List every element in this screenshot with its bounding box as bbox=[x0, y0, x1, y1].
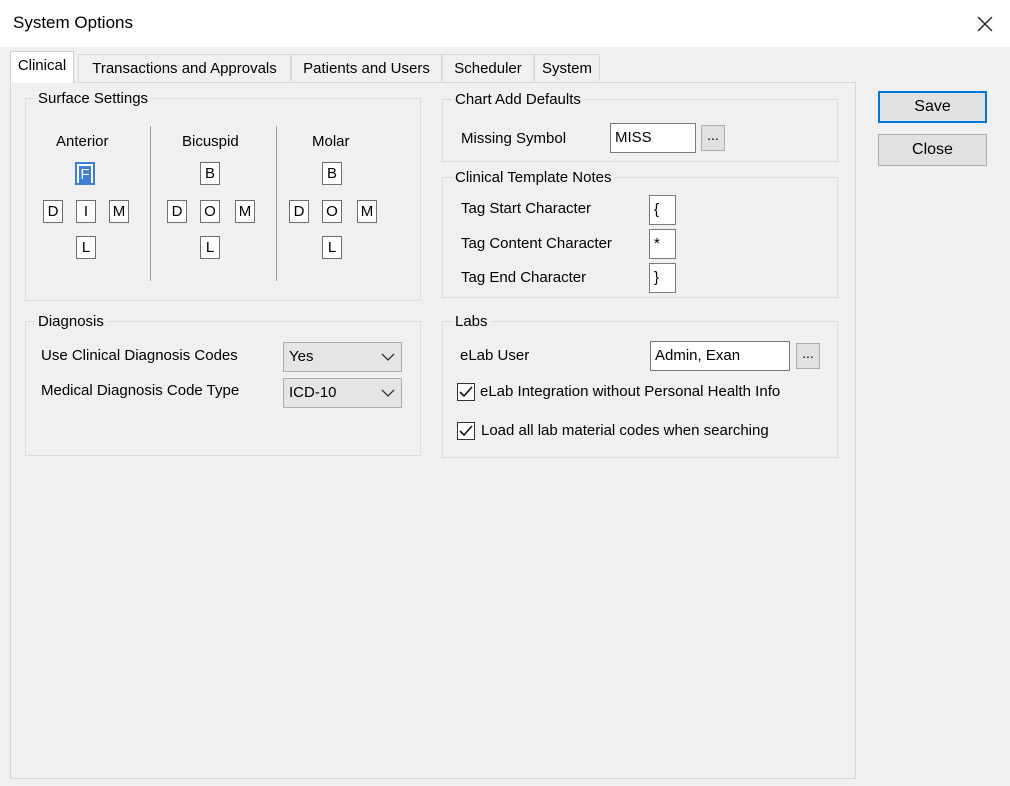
tab-scheduler[interactable]: Scheduler bbox=[442, 54, 534, 81]
chevron-down-icon bbox=[381, 353, 395, 361]
load-lab-codes-label[interactable]: Load all lab material codes when searchi… bbox=[481, 422, 769, 439]
bicuspid-label: Bicuspid bbox=[182, 133, 239, 150]
clinical-diagnosis-codes-label: Use Clinical Diagnosis Codes bbox=[41, 347, 238, 364]
diagnosis-title: Diagnosis bbox=[35, 313, 107, 330]
tag-start-character-label: Tag Start Character bbox=[461, 200, 592, 217]
close-window-icon[interactable] bbox=[970, 10, 1000, 38]
anterior-right-surface[interactable]: M bbox=[109, 200, 129, 223]
tag-content-character-input[interactable]: * bbox=[649, 229, 676, 259]
chevron-down-icon bbox=[381, 389, 395, 397]
window-title: System Options bbox=[13, 13, 133, 32]
molar-bottom-surface[interactable]: L bbox=[322, 236, 342, 259]
clinical-template-notes-title: Clinical Template Notes bbox=[452, 169, 615, 186]
bicuspid-top-surface[interactable]: B bbox=[200, 162, 220, 185]
tag-content-character-label: Tag Content Character bbox=[461, 235, 612, 252]
elab-phi-label[interactable]: eLab Integration without Personal Health… bbox=[480, 383, 780, 400]
clinical-diagnosis-codes-select[interactable]: Yes bbox=[283, 342, 402, 372]
missing-symbol-label: Missing Symbol bbox=[461, 130, 567, 147]
tab-patients-and-users[interactable]: Patients and Users bbox=[291, 54, 442, 81]
tag-end-character-input[interactable]: } bbox=[649, 263, 676, 293]
surface-divider bbox=[150, 126, 151, 281]
anterior-mid-surface[interactable]: I bbox=[76, 200, 96, 223]
missing-symbol-input[interactable]: MISS bbox=[610, 123, 696, 153]
close-button[interactable]: Close bbox=[878, 134, 987, 166]
anterior-label: Anterior bbox=[56, 133, 109, 150]
bicuspid-right-surface[interactable]: M bbox=[235, 200, 255, 223]
molar-top-surface[interactable]: B bbox=[322, 162, 342, 185]
elab-user-input[interactable]: Admin, Exan bbox=[650, 341, 790, 371]
medical-diagnosis-code-type-select[interactable]: ICD-10 bbox=[283, 378, 402, 408]
bicuspid-mid-surface[interactable]: O bbox=[200, 200, 220, 223]
medical-diagnosis-code-type-value: ICD-10 bbox=[289, 384, 337, 401]
medical-diagnosis-code-type-label: Medical Diagnosis Code Type bbox=[41, 382, 240, 399]
molar-left-surface[interactable]: D bbox=[289, 200, 309, 223]
elab-user-browse-button[interactable]: ... bbox=[796, 343, 820, 369]
molar-label: Molar bbox=[312, 133, 350, 150]
labs-title: Labs bbox=[452, 313, 491, 330]
save-button[interactable]: Save bbox=[878, 91, 987, 123]
tag-end-character-label: Tag End Character bbox=[461, 269, 587, 286]
load-lab-codes-checkbox[interactable] bbox=[457, 422, 475, 440]
chart-add-defaults-title: Chart Add Defaults bbox=[452, 91, 584, 108]
surface-divider bbox=[276, 126, 277, 281]
title-bar bbox=[0, 0, 1010, 47]
anterior-left-surface[interactable]: D bbox=[43, 200, 63, 223]
missing-symbol-browse-button[interactable]: ... bbox=[701, 125, 725, 151]
surface-settings-title: Surface Settings bbox=[35, 90, 152, 107]
molar-right-surface[interactable]: M bbox=[357, 200, 377, 223]
elab-phi-checkbox[interactable] bbox=[457, 383, 475, 401]
bicuspid-left-surface[interactable]: D bbox=[167, 200, 187, 223]
tab-clinical[interactable]: Clinical bbox=[10, 51, 74, 83]
bicuspid-bottom-surface[interactable]: L bbox=[200, 236, 220, 259]
anterior-top-surface[interactable]: F bbox=[75, 162, 95, 185]
clinical-diagnosis-codes-value: Yes bbox=[289, 348, 314, 365]
tab-system[interactable]: System bbox=[534, 54, 600, 81]
anterior-bottom-surface[interactable]: L bbox=[76, 236, 96, 259]
molar-mid-surface[interactable]: O bbox=[322, 200, 342, 223]
tab-transactions-and-approvals[interactable]: Transactions and Approvals bbox=[78, 54, 291, 81]
elab-user-label: eLab User bbox=[460, 347, 530, 364]
checkmark-icon bbox=[459, 386, 473, 398]
tag-start-character-input[interactable]: { bbox=[649, 195, 676, 225]
checkmark-icon bbox=[459, 425, 473, 437]
